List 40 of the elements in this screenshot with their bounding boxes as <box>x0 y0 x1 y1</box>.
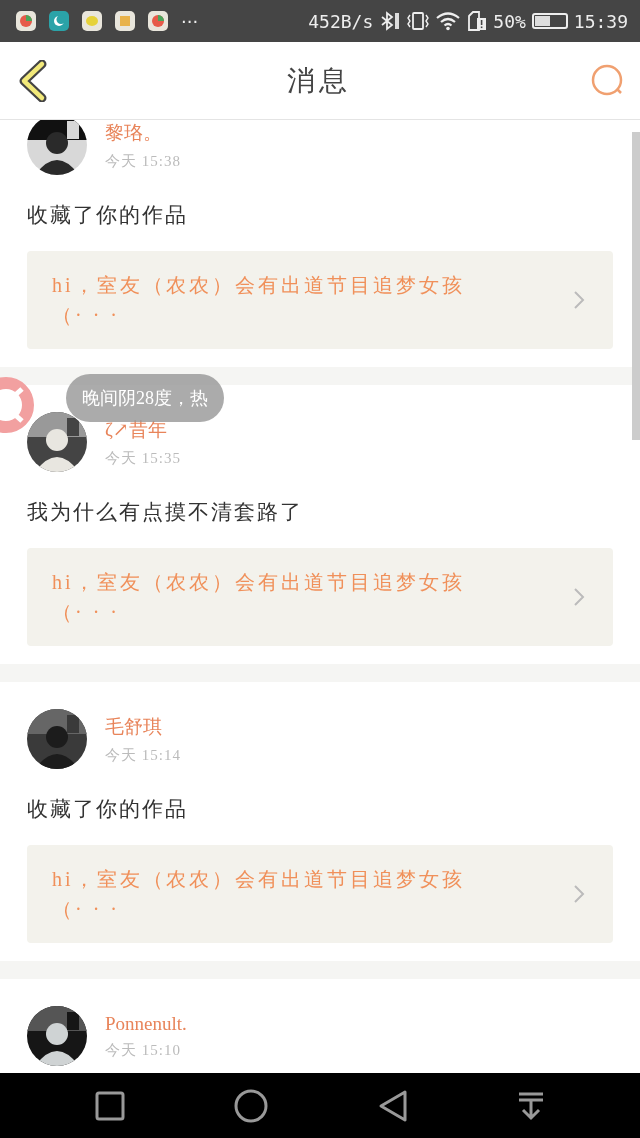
work-link-card[interactable]: hi，室友（农农）会有出道节目追梦女孩（· · · <box>27 548 613 646</box>
app-icon <box>82 11 102 31</box>
page-title: 消息 <box>287 63 351 98</box>
message-text: 收藏了你的作品 <box>27 202 189 229</box>
user-name[interactable]: 黎珞。 <box>105 120 181 146</box>
work-link-card[interactable]: hi，室友（农农）会有出道节目追梦女孩（· · · <box>27 845 613 943</box>
chevron-right-icon <box>573 290 585 310</box>
message-text: 收藏了你的作品 <box>27 796 189 823</box>
bluetooth-icon <box>379 11 402 31</box>
app-icon <box>148 11 168 31</box>
vibrate-icon <box>407 11 430 31</box>
message-text: 我为什么有点摸不清套路了 <box>27 499 304 526</box>
life-ring-icon[interactable] <box>0 375 36 435</box>
chevron-right-icon <box>573 587 585 607</box>
user-name[interactable]: 毛舒琪 <box>105 713 181 740</box>
work-title: hi，室友（农农）会有出道节目追梦女孩（· · · <box>52 273 466 328</box>
timestamp: 今天 15:10 <box>105 1040 182 1060</box>
timestamp: 今天 15:38 <box>105 151 181 171</box>
timestamp: 今天 15:35 <box>105 448 181 468</box>
work-link-card[interactable]: hi，室友（农农）会有出道节目追梦女孩（· · · <box>27 251 613 349</box>
clock: 15:39 <box>573 10 628 32</box>
battery-icon <box>531 13 568 29</box>
app-icon <box>115 11 135 31</box>
recent-apps-icon[interactable] <box>93 1089 126 1122</box>
scrollbar[interactable] <box>632 132 640 440</box>
home-icon[interactable] <box>233 1087 270 1124</box>
wifi-icon <box>435 11 462 31</box>
user-name[interactable]: Ponnenult. <box>105 1012 187 1035</box>
network-speed: 452B/s <box>308 10 374 32</box>
app-icon <box>16 11 36 31</box>
app-icon <box>49 11 69 31</box>
timestamp: 今天 15:14 <box>105 745 181 765</box>
chevron-right-icon <box>573 884 585 904</box>
battery-percentage: 50% <box>493 10 526 32</box>
work-title: hi，室友（农农）会有出道节目追梦女孩（· · · <box>52 570 466 625</box>
weather-toast[interactable]: 晚间阴28度，热 <box>66 374 224 422</box>
work-title: hi，室友（农农）会有出道节目追梦女孩（· · · <box>52 867 466 922</box>
back-icon[interactable] <box>18 59 48 102</box>
sim-card-icon <box>467 11 488 31</box>
more-notifications: ··· <box>181 10 199 32</box>
